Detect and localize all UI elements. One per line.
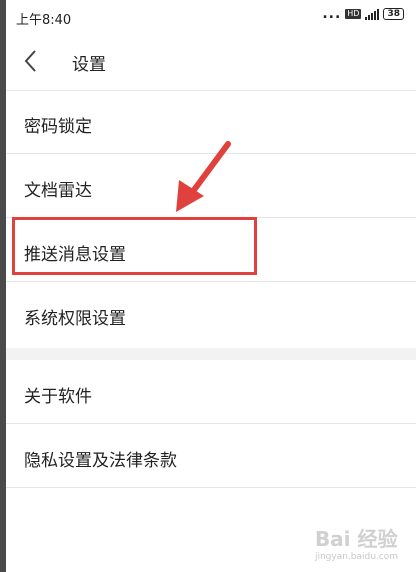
row-divider — [6, 487, 416, 488]
status-time: 上午8:40 — [16, 13, 72, 28]
phone-screen: 上午8:40 ... HD 38 设置 密码锁定 文档雷达 推送消息设置 系统权… — [6, 0, 416, 572]
hd-badge: HD — [345, 9, 362, 19]
settings-item-system-permissions[interactable]: 系统权限设置 — [6, 282, 416, 348]
settings-item-label: 隐私设置及法律条款 — [24, 451, 177, 471]
status-icons: ... HD 38 — [322, 6, 404, 22]
settings-item-push-notifications[interactable]: 推送消息设置 — [6, 218, 416, 282]
battery-icon: 38 — [383, 8, 404, 20]
watermark-url: jingyan.baidu.com — [314, 552, 398, 562]
watermark-text: Bai 经验 — [314, 527, 398, 551]
settings-item-label: 密码锁定 — [24, 117, 92, 137]
settings-item-label: 关于软件 — [24, 387, 92, 407]
signal-icon — [365, 8, 380, 20]
settings-item-document-radar[interactable]: 文档雷达 — [6, 154, 416, 218]
settings-item-about[interactable]: 关于软件 — [6, 360, 416, 424]
chevron-left-icon[interactable] — [20, 48, 44, 74]
page-title: 设置 — [72, 55, 106, 75]
section-gap — [6, 348, 416, 360]
settings-item-privacy-legal[interactable]: 隐私设置及法律条款 — [6, 424, 416, 488]
status-bar: 上午8:40 ... HD 38 — [6, 0, 416, 34]
watermark: Bai 经验 jingyan.baidu.com — [315, 523, 398, 562]
nav-bar: 设置 — [6, 34, 416, 90]
more-dots-icon: ... — [322, 6, 342, 22]
settings-item-label: 推送消息设置 — [24, 245, 126, 265]
settings-item-password-lock[interactable]: 密码锁定 — [6, 90, 416, 154]
settings-item-label: 文档雷达 — [24, 181, 92, 201]
settings-item-label: 系统权限设置 — [24, 309, 126, 329]
